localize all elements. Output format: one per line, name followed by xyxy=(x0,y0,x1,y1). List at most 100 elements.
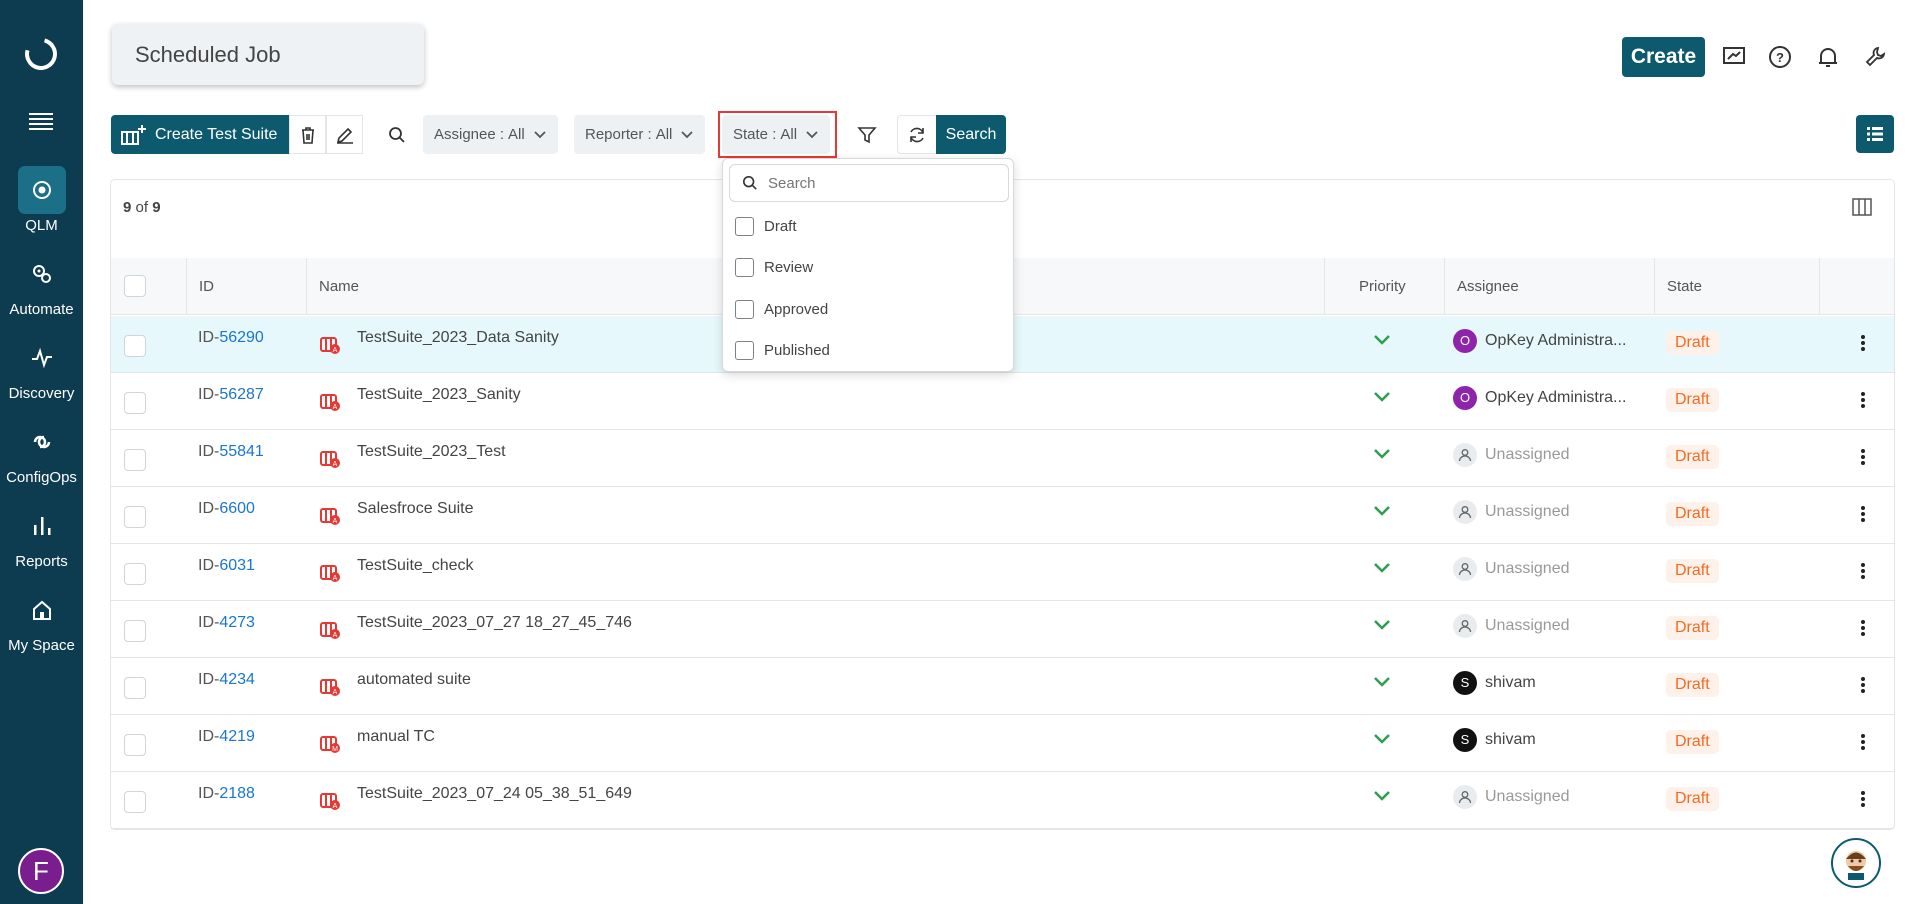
row-assignee[interactable]: Unassigned xyxy=(1453,614,1570,638)
sidebar-item-discovery[interactable]: Discovery xyxy=(0,334,83,402)
create-test-suite-button[interactable]: Create Test Suite xyxy=(111,115,289,154)
row-actions-menu-icon[interactable] xyxy=(1860,334,1866,357)
user-avatar[interactable]: F xyxy=(18,848,64,894)
row-name[interactable]: Salesfroce Suite xyxy=(357,500,474,518)
list-view-button[interactable] xyxy=(1856,115,1894,153)
hamburger-menu-icon[interactable] xyxy=(29,113,53,133)
sidebar-item-reports[interactable]: Reports xyxy=(0,502,83,570)
sidebar-item-automate[interactable]: Automate xyxy=(0,250,83,318)
table-row[interactable]: ID-55841 A TestSuite_2023_Test Unassigne… xyxy=(111,430,1894,487)
table-row[interactable]: ID-4219 M manual TC Sshivam Draft xyxy=(111,715,1894,772)
row-checkbox[interactable] xyxy=(124,734,146,756)
option-checkbox[interactable] xyxy=(735,217,754,236)
row-id-link[interactable]: ID-2188 xyxy=(198,785,255,803)
refresh-button[interactable] xyxy=(897,115,937,154)
dropdown-search-input[interactable] xyxy=(768,174,988,192)
table-row[interactable]: ID-6031 A TestSuite_check Unassigned Dra… xyxy=(111,544,1894,601)
row-checkbox[interactable] xyxy=(124,335,146,357)
table-row[interactable]: ID-4273 A TestSuite_2023_07_27 18_27_45_… xyxy=(111,601,1894,658)
row-id-link[interactable]: ID-4234 xyxy=(198,671,255,689)
row-actions-menu-icon[interactable] xyxy=(1860,391,1866,414)
option-checkbox[interactable] xyxy=(735,341,754,360)
state-option-draft[interactable]: Draft xyxy=(735,217,797,236)
column-header-name[interactable]: Name xyxy=(319,258,359,315)
row-actions-menu-icon[interactable] xyxy=(1860,619,1866,642)
status-badge: Draft xyxy=(1666,787,1719,811)
test-suite-icon: A xyxy=(320,622,340,639)
table-row[interactable]: ID-4234 A automated suite Sshivam Draft xyxy=(111,658,1894,715)
column-header-state[interactable]: State xyxy=(1667,258,1702,315)
advanced-filter-button[interactable] xyxy=(852,115,882,154)
option-checkbox[interactable] xyxy=(735,300,754,319)
test-suite-icon: A xyxy=(320,394,340,411)
table-row[interactable]: ID-2188 A TestSuite_2023_07_24 05_38_51_… xyxy=(111,772,1894,829)
row-name[interactable]: TestSuite_2023_Test xyxy=(357,443,506,461)
row-assignee[interactable]: Unassigned xyxy=(1453,500,1570,524)
option-checkbox[interactable] xyxy=(735,258,754,277)
row-actions-menu-icon[interactable] xyxy=(1860,505,1866,528)
svg-text:A: A xyxy=(333,632,338,639)
wrench-icon[interactable] xyxy=(1862,44,1888,70)
row-actions-menu-icon[interactable] xyxy=(1860,733,1866,756)
help-icon[interactable]: ? xyxy=(1767,44,1793,70)
row-id-link[interactable]: ID-6600 xyxy=(198,500,255,518)
state-option-approved[interactable]: Approved xyxy=(735,300,828,319)
column-header-assignee[interactable]: Assignee xyxy=(1457,258,1519,315)
edit-button[interactable] xyxy=(326,115,363,154)
bell-icon[interactable] xyxy=(1815,44,1841,70)
select-all-checkbox[interactable] xyxy=(124,275,146,297)
row-actions-menu-icon[interactable] xyxy=(1860,448,1866,471)
opkey-logo-icon[interactable] xyxy=(19,32,63,76)
row-id-link[interactable]: ID-56287 xyxy=(198,386,264,404)
row-name[interactable]: TestSuite_2023_07_24 05_38_51_649 xyxy=(357,785,632,803)
row-actions-menu-icon[interactable] xyxy=(1860,676,1866,699)
reporter-filter[interactable]: Reporter : All xyxy=(574,115,706,154)
row-assignee[interactable]: Unassigned xyxy=(1453,785,1570,809)
table-row[interactable]: ID-56287 A TestSuite_2023_Sanity O OpKey … xyxy=(111,373,1894,430)
row-checkbox[interactable] xyxy=(124,449,146,471)
row-id-link[interactable]: ID-6031 xyxy=(198,557,255,575)
row-name[interactable]: TestSuite_2023_Sanity xyxy=(357,386,521,404)
row-id-link[interactable]: ID-4219 xyxy=(198,728,255,746)
row-assignee[interactable]: O OpKey Administra... xyxy=(1453,329,1626,353)
search-toggle-button[interactable] xyxy=(382,115,412,154)
row-name[interactable]: TestSuite_check xyxy=(357,557,474,575)
row-id-link[interactable]: ID-56290 xyxy=(198,329,264,347)
table-row[interactable]: ID-6600 A Salesfroce Suite Unassigned Dr… xyxy=(111,487,1894,544)
row-id-link[interactable]: ID-4273 xyxy=(198,614,255,632)
search-button[interactable]: Search xyxy=(936,115,1006,154)
row-actions-menu-icon[interactable] xyxy=(1860,562,1866,585)
state-option-review[interactable]: Review xyxy=(735,258,813,277)
row-assignee[interactable]: O OpKey Administra... xyxy=(1453,386,1626,410)
column-header-priority[interactable]: Priority xyxy=(1359,258,1406,315)
state-option-published[interactable]: Published xyxy=(735,341,830,360)
row-checkbox[interactable] xyxy=(124,791,146,813)
row-assignee[interactable]: Unassigned xyxy=(1453,557,1570,581)
dropdown-search-field[interactable] xyxy=(729,164,1009,202)
create-button[interactable]: Create xyxy=(1622,37,1705,77)
row-checkbox[interactable] xyxy=(124,506,146,528)
row-assignee[interactable]: Sshivam xyxy=(1453,728,1536,752)
sidebar-item-my-space[interactable]: My Space xyxy=(0,586,83,654)
column-settings-button[interactable] xyxy=(1852,198,1872,221)
row-name[interactable]: automated suite xyxy=(357,671,471,689)
delete-button[interactable] xyxy=(289,115,326,154)
row-name[interactable]: TestSuite_2023_07_27 18_27_45_746 xyxy=(357,614,632,632)
row-checkbox[interactable] xyxy=(124,677,146,699)
row-name[interactable]: manual TC xyxy=(357,728,435,746)
list-icon xyxy=(1867,127,1883,141)
sidebar-item-qlm[interactable]: QLM xyxy=(0,166,83,234)
feedback-icon[interactable] xyxy=(1721,44,1747,70)
row-name[interactable]: TestSuite_2023_Data Sanity xyxy=(357,329,559,347)
assignee-filter[interactable]: Assignee : All xyxy=(423,115,558,154)
row-assignee[interactable]: Unassigned xyxy=(1453,443,1570,467)
row-checkbox[interactable] xyxy=(124,563,146,585)
row-actions-menu-icon[interactable] xyxy=(1860,790,1866,813)
row-checkbox[interactable] xyxy=(124,620,146,642)
row-id-link[interactable]: ID-55841 xyxy=(198,443,264,461)
row-assignee[interactable]: Sshivam xyxy=(1453,671,1536,695)
column-header-id[interactable]: ID xyxy=(199,258,214,315)
sidebar-item-configops[interactable]: ConfigOps xyxy=(0,418,83,486)
chatbot-assistant-icon[interactable] xyxy=(1831,838,1881,888)
row-checkbox[interactable] xyxy=(124,392,146,414)
